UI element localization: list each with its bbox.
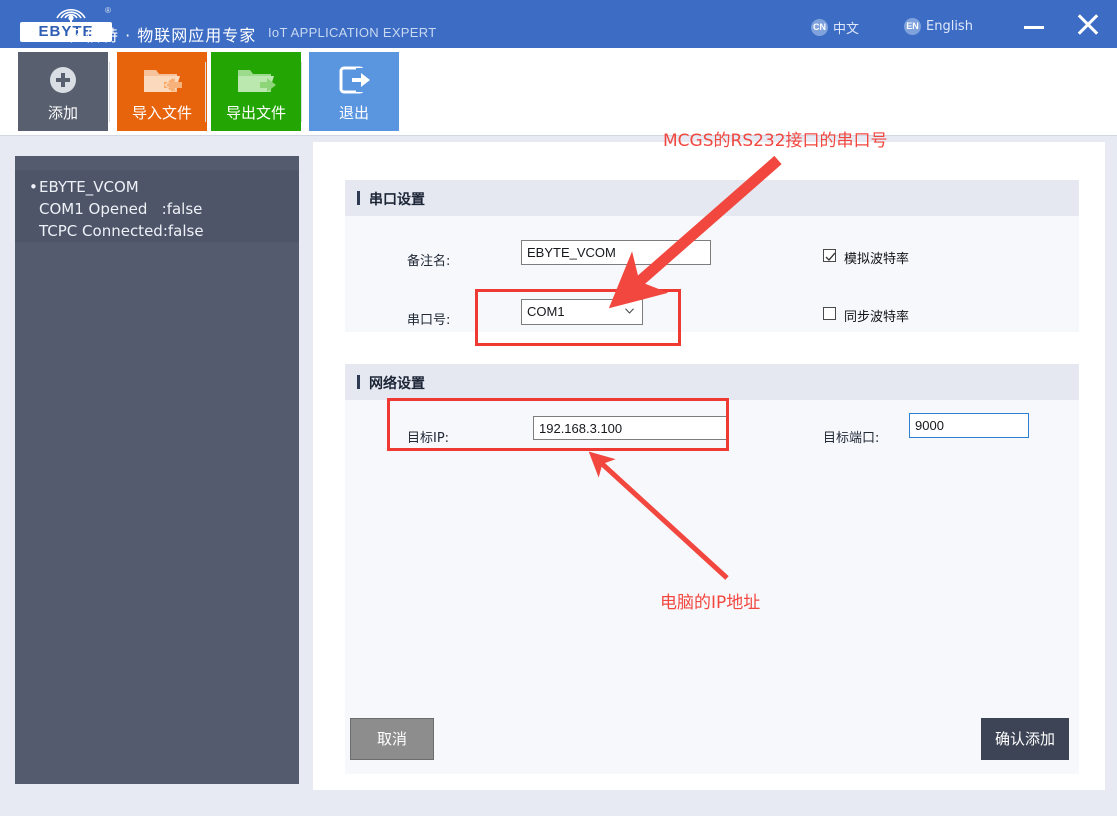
add-button[interactable]: 添加 bbox=[18, 52, 108, 131]
folder-import-icon bbox=[117, 62, 207, 98]
title-bar: ® EBYTE 亿佰特 · 物联网应用专家 IoT APPLICATION EX… bbox=[0, 0, 1117, 48]
serial-settings-title: 串口设置 bbox=[369, 189, 425, 209]
toolbar: 添加 导入文件 导出文件 退出 bbox=[0, 48, 1117, 136]
device-name-line: •EBYTE_VCOM bbox=[29, 176, 299, 198]
exit-button-label: 退出 bbox=[309, 102, 399, 123]
brand-name-cn: 亿佰特 · 物联网应用专家 bbox=[68, 22, 256, 46]
folder-export-icon bbox=[211, 62, 301, 98]
device-com-status: COM1 Opened :false bbox=[29, 198, 299, 220]
language-switch-cn[interactable]: CN 中文 bbox=[811, 18, 859, 40]
minimize-icon[interactable] bbox=[1022, 15, 1046, 35]
main-panel: 串口设置 备注名: 模拟波特率 串口号: COM1 同步波特率 网络设置 bbox=[313, 142, 1105, 790]
export-file-button-label: 导出文件 bbox=[211, 102, 301, 123]
registered-mark: ® bbox=[105, 6, 111, 15]
device-tcp-status: TCPC Connected:false bbox=[29, 220, 299, 242]
import-file-button-label: 导入文件 bbox=[117, 102, 207, 123]
check-icon bbox=[824, 250, 837, 263]
cn-badge-icon: CN bbox=[811, 19, 828, 36]
target-port-input[interactable] bbox=[909, 413, 1029, 438]
remark-name-label: 备注名: bbox=[407, 250, 450, 269]
en-badge-icon: EN bbox=[904, 18, 921, 35]
network-settings-title: 网络设置 bbox=[369, 373, 425, 393]
highlight-box-serial-port bbox=[475, 289, 681, 346]
annotation-text-serial-port: MCGS的RS232接口的串口号 bbox=[663, 126, 888, 151]
section-accent-bar bbox=[357, 191, 360, 205]
highlight-box-target-ip bbox=[387, 398, 729, 451]
brand-name-en: IoT APPLICATION EXPERT bbox=[268, 25, 436, 40]
language-switch-en[interactable]: EN English bbox=[904, 18, 973, 40]
import-file-button[interactable]: 导入文件 bbox=[117, 52, 207, 131]
device-name: EBYTE_VCOM bbox=[39, 178, 139, 196]
annotation-text-target-ip: 电脑的IP地址 bbox=[660, 588, 760, 613]
checkbox-box bbox=[823, 307, 836, 320]
bullet-icon: • bbox=[29, 176, 39, 198]
network-settings-header: 网络设置 bbox=[345, 364, 1079, 400]
sync-baud-label: 同步波特率 bbox=[844, 306, 909, 325]
section-accent-bar bbox=[357, 375, 360, 389]
target-port-label: 目标端口: bbox=[823, 427, 879, 446]
cancel-button[interactable]: 取消 bbox=[350, 718, 434, 760]
serial-settings-section: 串口设置 备注名: 模拟波特率 串口号: COM1 同步波特率 bbox=[345, 180, 1079, 332]
toolbar-divider bbox=[301, 62, 302, 122]
exit-arrow-icon bbox=[309, 62, 399, 98]
export-file-button[interactable]: 导出文件 bbox=[211, 52, 301, 131]
toolbar-divider bbox=[205, 62, 206, 122]
device-list-sidebar: •EBYTE_VCOM COM1 Opened :false TCPC Conn… bbox=[15, 156, 299, 784]
remark-name-input[interactable] bbox=[521, 240, 711, 265]
confirm-add-button[interactable]: 确认添加 bbox=[981, 718, 1069, 760]
language-label-en: English bbox=[926, 19, 973, 34]
toolbar-divider bbox=[109, 62, 110, 122]
serial-port-label: 串口号: bbox=[407, 309, 450, 328]
plus-circle-icon bbox=[18, 62, 108, 98]
serial-settings-header: 串口设置 bbox=[345, 180, 1079, 216]
add-button-label: 添加 bbox=[18, 102, 108, 123]
sim-baud-label: 模拟波特率 bbox=[844, 248, 909, 267]
exit-button[interactable]: 退出 bbox=[309, 52, 399, 131]
close-icon[interactable] bbox=[1074, 12, 1102, 38]
list-item[interactable]: •EBYTE_VCOM COM1 Opened :false TCPC Conn… bbox=[15, 170, 299, 242]
language-label-cn: 中文 bbox=[833, 22, 859, 37]
